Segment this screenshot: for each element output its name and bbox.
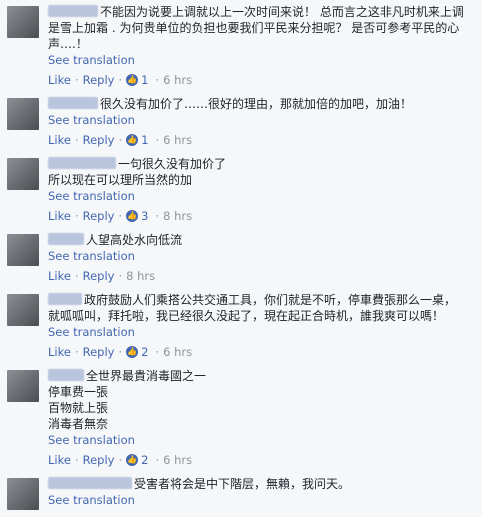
see-translation-link[interactable]: See translation [48,249,476,264]
thumbs-up-icon: 👍 [126,346,139,358]
like-link[interactable]: Like [48,72,71,88]
avatar[interactable] [7,158,39,190]
timestamp[interactable]: 6 hrs [163,132,192,148]
comment-actions: Like · Reply · 8 hrs [48,268,156,284]
like-link[interactable]: Like [48,452,71,468]
comment-text: 不能因为说要上调就以上一次时间来说！ 总而言之这非凡时机来上调 是雪上加霜 . … [48,5,464,51]
thumbs-up-icon: 👍 [126,74,139,86]
comment-actions: Like · Reply · 👍 2 · 6 hrs [48,344,193,360]
see-translation-link[interactable]: See translation [48,325,476,340]
reply-link[interactable]: Reply [83,72,115,88]
like-link[interactable]: Like [48,344,71,360]
reply-link[interactable]: Reply [83,268,115,284]
comment-actions: Like · Reply · 👍 1 · 6 hrs [48,72,193,88]
like-count[interactable]: 1 [141,72,148,88]
like-count[interactable]: 2 [141,452,148,468]
comment-text: 很久没有加价了……很好的理由，那就加倍的加吧，加油！ [48,96,476,112]
thumbs-up-icon: 👍 [126,134,139,146]
avatar[interactable] [7,294,39,326]
like-count[interactable]: 3 [141,208,148,224]
timestamp[interactable]: 6 hrs [163,72,192,88]
commenter-name[interactable] [48,5,98,17]
like-link[interactable]: Like [48,268,71,284]
avatar[interactable] [7,6,39,38]
comment-actions: Like · Reply · 👍 3 · 8 hrs [48,208,193,224]
comment-actions: Like · Reply · 👍 2 · 6 hrs [48,452,193,468]
commenter-name[interactable] [48,477,132,489]
comment-text: 人望高处水向低流 [48,232,476,248]
comment-feed: 不能因为说要上调就以上一次时间来说！ 总而言之这非凡时机来上调 是雪上加霜 . … [0,0,482,517]
reply-link[interactable]: Reply [83,452,115,468]
commenter-name[interactable] [48,157,116,169]
avatar[interactable] [7,98,39,130]
avatar[interactable] [7,234,39,266]
commenter-name[interactable] [48,369,84,381]
thumbs-up-icon: 👍 [126,454,139,466]
like-count[interactable]: 2 [141,344,148,360]
commenter-name[interactable] [48,233,84,245]
like-link[interactable]: Like [48,208,71,224]
timestamp[interactable]: 6 hrs [163,452,192,468]
see-translation-link[interactable]: See translation [48,493,476,508]
thumbs-up-icon: 👍 [126,210,139,222]
see-translation-link[interactable]: See translation [48,53,476,68]
timestamp[interactable]: 6 hrs [163,344,192,360]
like-count[interactable]: 1 [141,132,148,148]
comment-text: 受害者将会是中下階层，無賴，我问天。 [48,476,476,492]
see-translation-link[interactable]: See translation [48,189,476,204]
avatar[interactable] [7,478,39,510]
comment-text: 一句很久没有加价了 所以现在可以理所当然的加 [48,157,227,187]
reply-link[interactable]: Reply [83,344,115,360]
comment-text: 政府鼓励人们乘搭公共交通工具，你们就是不听，停車費張那么一桌， 就呱呱叫，拜托啦… [48,293,457,323]
reply-link[interactable]: Reply [83,208,115,224]
see-translation-link[interactable]: See translation [48,113,476,128]
timestamp[interactable]: 8 hrs [163,208,192,224]
comment-actions: Like · Reply · 👍 1 · 6 hrs [48,132,193,148]
commenter-name[interactable] [48,293,82,305]
commenter-name[interactable] [48,97,98,109]
see-translation-link[interactable]: See translation [48,433,476,448]
reply-link[interactable]: Reply [83,132,115,148]
avatar[interactable] [7,370,39,402]
like-link[interactable]: Like [48,132,71,148]
comment-text: 全世界最貴消毒國之一 停車费一張 百物就上張 消毒者無奈 [48,369,207,431]
timestamp[interactable]: 8 hrs [126,268,155,284]
